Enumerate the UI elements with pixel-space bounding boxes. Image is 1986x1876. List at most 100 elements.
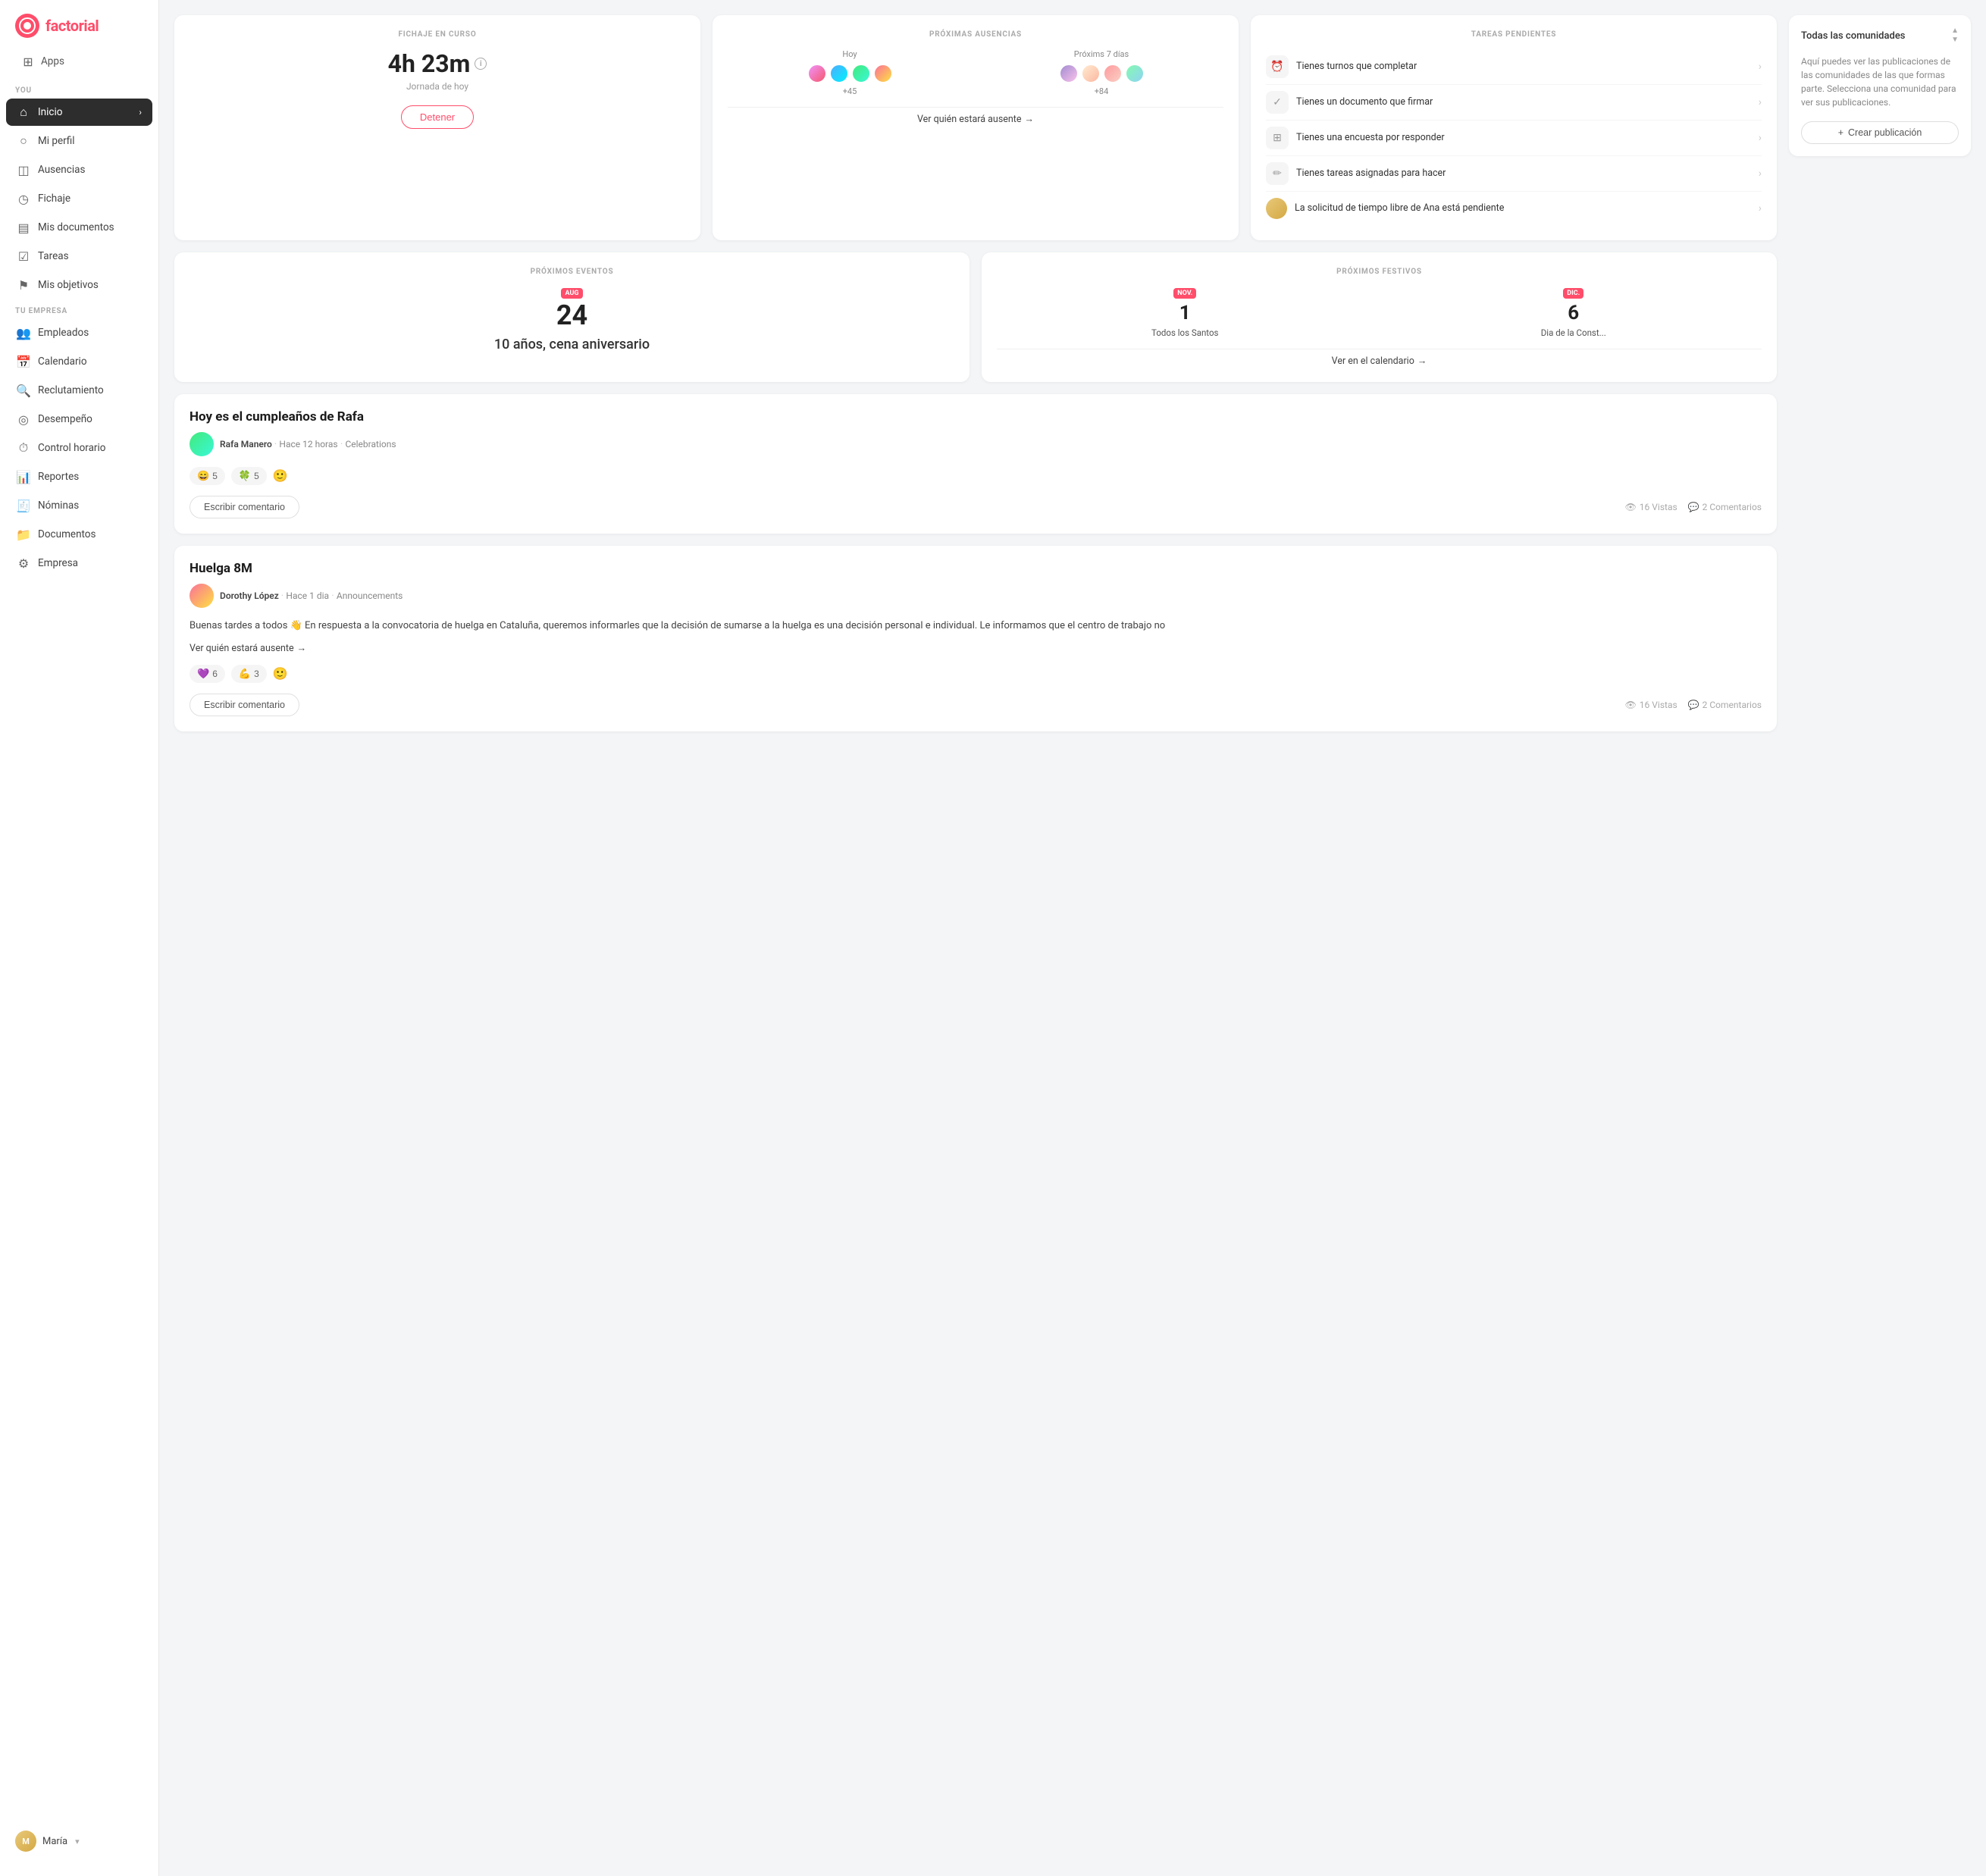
center-column: FICHAJE EN CURSO 4h 23m i Jornada de hoy… xyxy=(174,15,1777,1861)
post-title: Huelga 8M xyxy=(190,561,1762,576)
views-count: 16 Vistas xyxy=(1640,502,1677,512)
festivos-card-title: PRÓXIMOS FESTIVOS xyxy=(997,268,1762,276)
add-reaction-button[interactable]: 🙂 xyxy=(273,468,288,484)
tarea-item[interactable]: ✏ Tienes tareas asignadas para hacer › xyxy=(1266,156,1762,192)
tareas-card: TAREAS PENDIENTES ⏰ Tienes turnos que co… xyxy=(1251,15,1777,240)
eye-icon: 👁 xyxy=(1625,502,1637,512)
ausencias-hoy-count: +45 xyxy=(728,86,972,96)
documentos-icon: 📁 xyxy=(17,528,30,541)
ver-ausente-link[interactable]: Ver quién estará ausente → xyxy=(190,643,306,654)
tarea-item[interactable]: ✓ Tienes un documento que firmar › xyxy=(1266,85,1762,121)
community-filter-chevron[interactable]: ▲ ▼ xyxy=(1951,27,1959,44)
sidebar-item-documentos[interactable]: 📁 Documentos xyxy=(6,521,152,548)
sidebar-item-objetivos[interactable]: ⚑ Mis objetivos xyxy=(6,271,152,299)
comentar-button[interactable]: Escribir comentario xyxy=(190,496,299,518)
arrow-icon: → xyxy=(1417,355,1427,367)
event-description: 10 años, cena aniversario xyxy=(190,337,954,352)
avatar xyxy=(1125,64,1145,83)
sidebar-item-reportes[interactable]: 📊 Reportes xyxy=(6,463,152,490)
logo[interactable]: factorial xyxy=(0,0,158,49)
avatar xyxy=(873,64,893,83)
post-footer: Escribir comentario 👁 16 Vistas 💬 2 Come… xyxy=(190,496,1762,518)
ver-ausente-text: Ver quién estará ausente xyxy=(190,643,294,654)
ver-ausencias-link[interactable]: Ver quién estará ausente → xyxy=(728,107,1223,125)
sidebar-item-empleados[interactable]: 👥 Empleados xyxy=(6,319,152,346)
tarea-item[interactable]: ⊞ Tienes una encuesta por responder › xyxy=(1266,121,1762,156)
reportes-icon: 📊 xyxy=(17,470,30,484)
post-tag: Announcements xyxy=(337,590,403,601)
reaction-button[interactable]: 😄 5 xyxy=(190,467,225,485)
event-month: AUG xyxy=(561,288,582,299)
event-day: 24 xyxy=(190,302,954,329)
ver-calendario-link[interactable]: Ver en el calendario → xyxy=(997,349,1762,367)
post-footer: Escribir comentario 👁 16 Vistas 💬 2 Come… xyxy=(190,694,1762,716)
fichaje-icon: ◷ xyxy=(17,192,30,205)
tarea-edit-icon: ✏ xyxy=(1266,162,1289,185)
reaction-button[interactable]: 🍀 5 xyxy=(231,467,267,485)
calendario-icon: 📅 xyxy=(17,355,30,368)
fichaje-info-icon[interactable]: i xyxy=(475,58,487,70)
festivo-item: DIC. 6 Dia de la Const... xyxy=(1386,287,1762,338)
tarea-item[interactable]: La solicitud de tiempo libre de Ana está… xyxy=(1266,192,1762,225)
sidebar-item-inicio[interactable]: ⌂ Inicio › xyxy=(6,99,152,126)
logo-text: factorial xyxy=(45,17,99,35)
sidebar-item-label: Reclutamiento xyxy=(38,384,104,396)
reactions-bar: 😄 5 🍀 5 🙂 xyxy=(190,467,1762,485)
mis-docs-icon: ▤ xyxy=(17,221,30,234)
right-column: Todas las comunidades ▲ ▼ Aquí puedes ve… xyxy=(1789,15,1971,1861)
detener-button[interactable]: Detener xyxy=(401,105,474,129)
sidebar-item-desempeno[interactable]: ◎ Desempeño xyxy=(6,406,152,433)
ausencias-hoy-col: Hoy +45 xyxy=(728,49,972,96)
sidebar-item-label: Mis documentos xyxy=(38,221,114,233)
desempeno-icon: ◎ xyxy=(17,412,30,426)
ver-calendario-text: Ver en el calendario xyxy=(1332,355,1414,367)
arrow-icon: → xyxy=(1025,114,1035,125)
sidebar-item-label: Reportes xyxy=(38,471,79,483)
sidebar-item-label: Fichaje xyxy=(38,193,70,205)
add-reaction-button[interactable]: 🙂 xyxy=(273,666,288,681)
reaction-emoji: 💜 xyxy=(197,668,209,680)
user-menu[interactable]: M María ▾ xyxy=(0,1821,158,1861)
festivo-name: Dia de la Const... xyxy=(1386,327,1762,338)
sidebar-item-documentos-me[interactable]: ▤ Mis documentos xyxy=(6,214,152,241)
comentar-button[interactable]: Escribir comentario xyxy=(190,694,299,716)
chevron-right-icon: › xyxy=(139,107,142,117)
crear-publicacion-button[interactable]: + Crear publicación xyxy=(1801,121,1959,144)
reaction-button[interactable]: 💜 6 xyxy=(190,665,225,683)
post-meta: Rafa Manero · Hace 12 horas · Celebratio… xyxy=(190,432,1762,456)
sidebar-item-label: Ausencias xyxy=(38,164,85,176)
ausencias-7dias-avatars xyxy=(979,64,1223,83)
festivo-name: Todos los Santos xyxy=(997,327,1374,338)
sidebar-item-ausencias[interactable]: ◫ Ausencias xyxy=(6,156,152,183)
objetivos-icon: ⚑ xyxy=(17,278,30,292)
user-name: María xyxy=(42,1836,67,1847)
avatar xyxy=(1059,64,1079,83)
comment-icon: 💬 xyxy=(1688,700,1699,710)
sidebar-item-label: Nóminas xyxy=(38,500,79,512)
tarea-arrow-icon: › xyxy=(1759,96,1762,108)
ausencias-card: PRÓXIMAS AUSENCIAS Hoy +45 Próxims 7 xyxy=(713,15,1239,240)
sidebar-item-empresa[interactable]: ⚙ Empresa xyxy=(6,550,152,577)
reaction-emoji: 💪 xyxy=(239,668,251,680)
reaction-count: 5 xyxy=(212,471,218,481)
sidebar-item-perfil[interactable]: ○ Mi perfil xyxy=(6,127,152,155)
post-body: Buenas tardes a todos 👋 En respuesta a l… xyxy=(190,619,1762,634)
tareas-card-title: TAREAS PENDIENTES xyxy=(1266,30,1762,39)
comments-stat: 💬 2 Comentarios xyxy=(1688,502,1762,512)
sidebar-item-control-horario[interactable]: ⏱ Control horario xyxy=(6,434,152,462)
sidebar-item-tareas[interactable]: ☑ Tareas xyxy=(6,243,152,270)
sidebar-item-apps[interactable]: ⊞ Apps xyxy=(6,49,152,74)
views-stat: 👁 16 Vistas xyxy=(1625,502,1677,512)
reaction-button[interactable]: 💪 3 xyxy=(231,665,267,683)
sidebar-item-calendario[interactable]: 📅 Calendario xyxy=(6,348,152,375)
reactions-bar: 💜 6 💪 3 🙂 xyxy=(190,665,1762,683)
sidebar-item-reclutamiento[interactable]: 🔍 Reclutamiento xyxy=(6,377,152,404)
avatar xyxy=(829,64,849,83)
tarea-item[interactable]: ⏰ Tienes turnos que completar › xyxy=(1266,49,1762,85)
post-tag: Celebrations xyxy=(345,439,396,449)
chevron-up-icon: ▲ xyxy=(1951,27,1959,35)
sidebar-item-fichaje[interactable]: ◷ Fichaje xyxy=(6,185,152,212)
fichaje-card: FICHAJE EN CURSO 4h 23m i Jornada de hoy… xyxy=(174,15,700,240)
reaction-emoji: 😄 xyxy=(197,470,209,482)
sidebar-item-nominas[interactable]: 🧾 Nóminas xyxy=(6,492,152,519)
